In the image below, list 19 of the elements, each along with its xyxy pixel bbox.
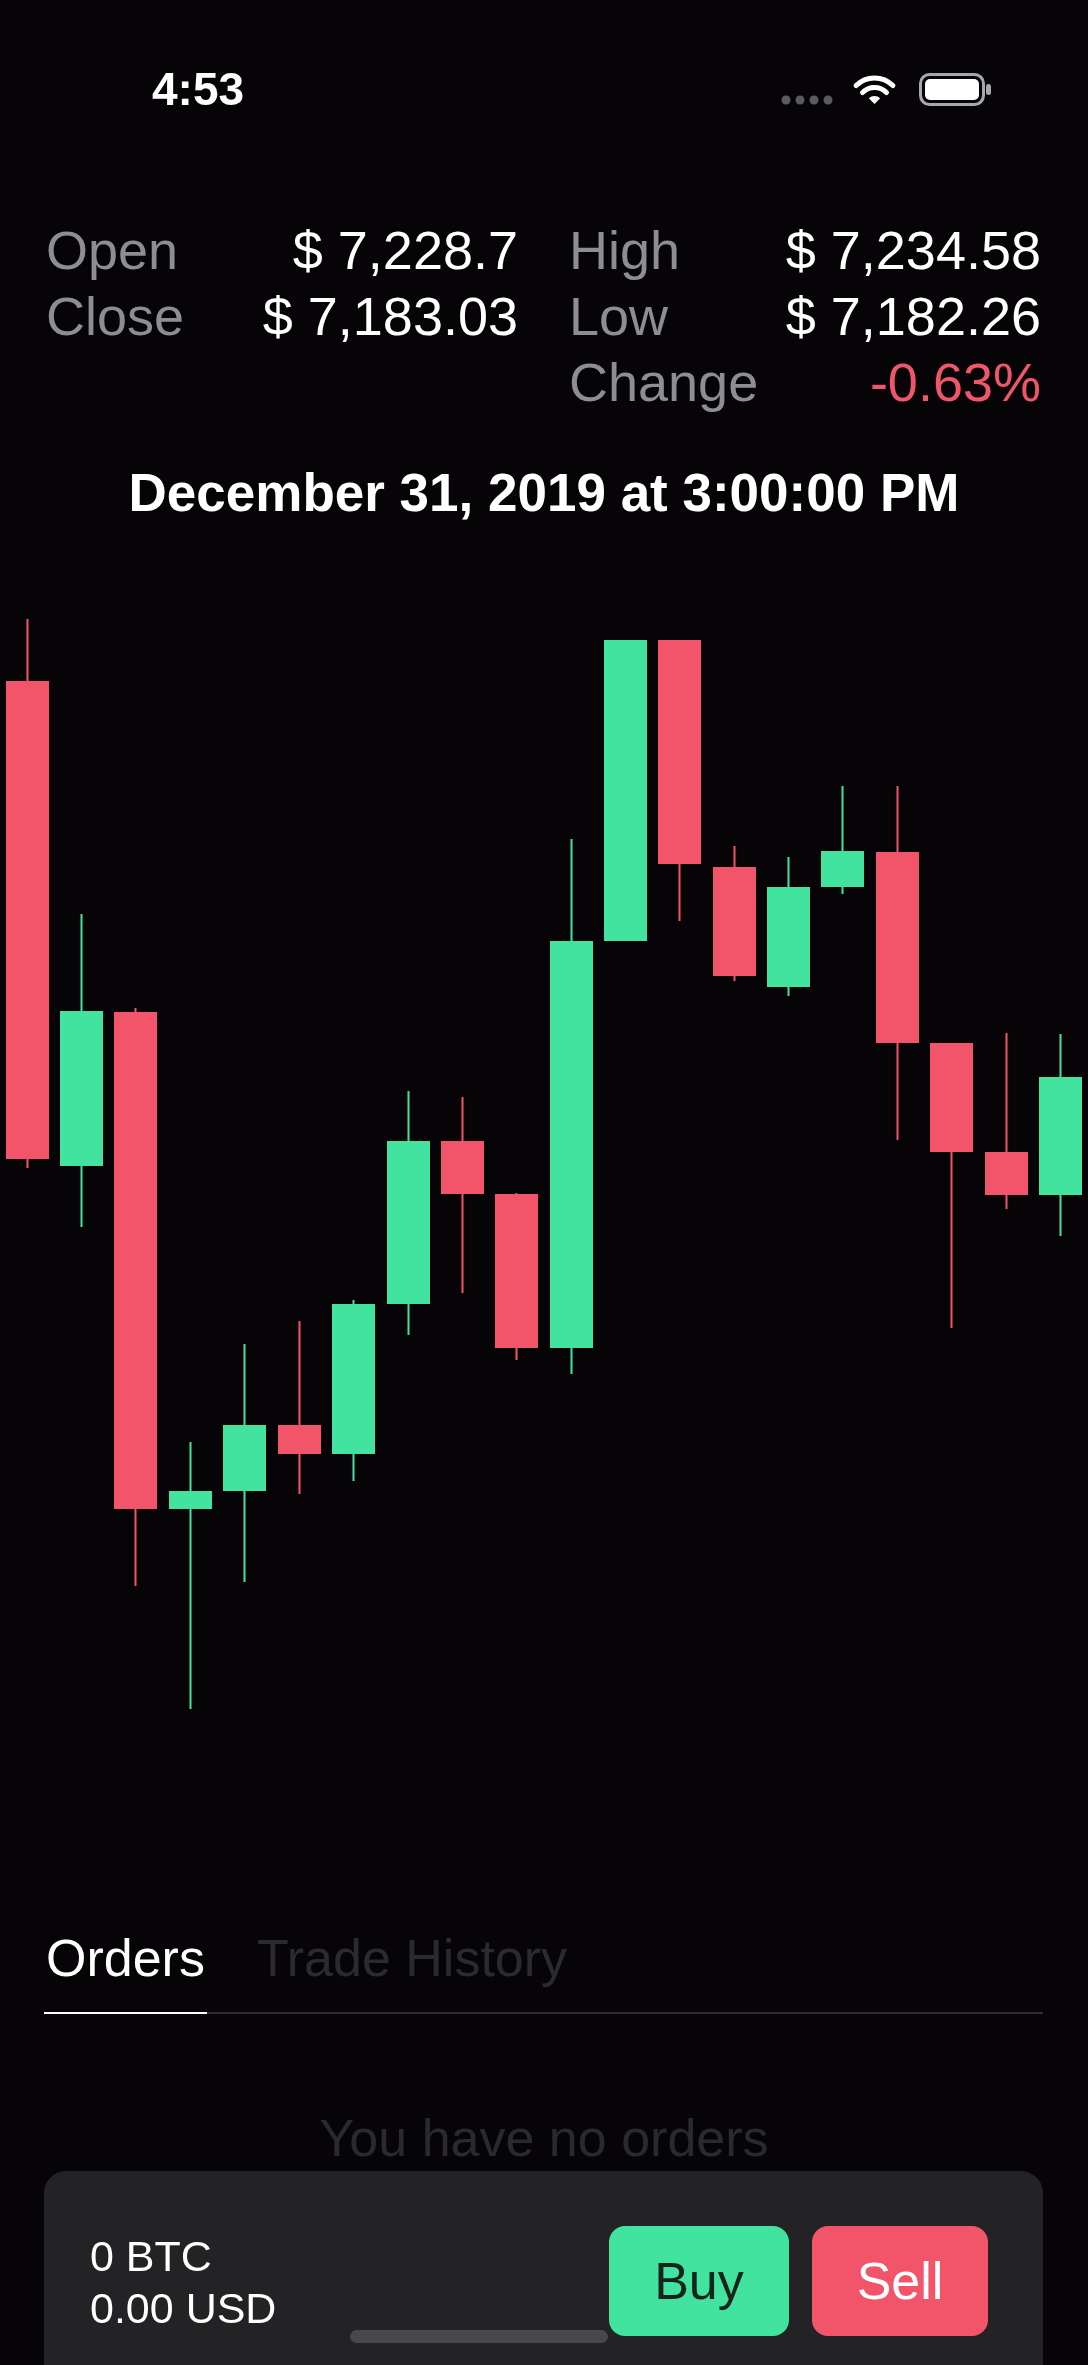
stat-value: $ 7,183.03 [262,285,518,348]
buy-button[interactable]: Buy [609,2226,789,2336]
balance-amount: 0.00 USD [90,2283,277,2334]
stat-value: -0.63% [869,351,1041,414]
stat-value: $ 7,228.7 [292,219,518,282]
signal-icon [781,95,833,105]
stat-value: $ 7,234.58 [785,219,1041,282]
battery-icon [919,72,992,106]
stat-label: Low [569,285,669,348]
stat-label: Change [569,351,759,414]
stat-value: $ 7,182.26 [785,285,1041,348]
wifi-icon [852,73,897,105]
stat-label: High [569,219,681,282]
balance-amount: 0 BTC [90,2231,213,2282]
stat-label: Open [46,219,179,282]
tab[interactable]: Orders [44,1928,207,2014]
status-time: 4:53 [152,66,245,112]
timestamp: December 31, 2019 at 3:00:00 PM [128,463,960,522]
stat-label: Close [46,285,185,348]
